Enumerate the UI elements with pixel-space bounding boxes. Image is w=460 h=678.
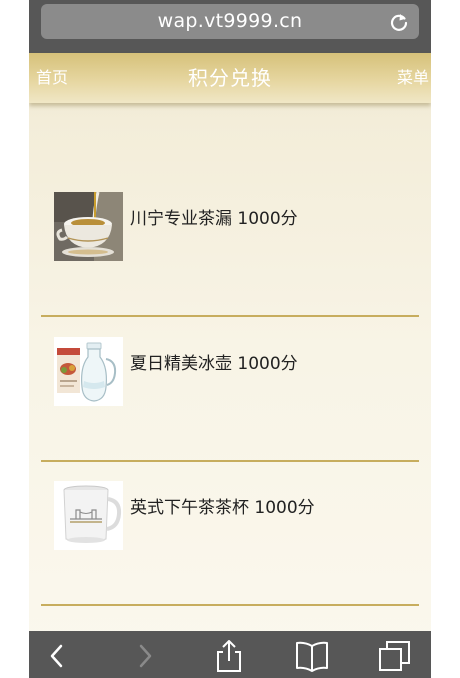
tabs-icon[interactable] [378, 640, 412, 672]
browser-toolbar [29, 631, 431, 678]
list-item[interactable]: 英式下午茶茶杯 1000分 [29, 481, 431, 550]
url-field[interactable]: wap.vt9999.cn [41, 4, 419, 39]
page-title: 积分兑换 [188, 66, 272, 90]
page-header: 首页 积分兑换 菜单 [29, 53, 431, 103]
reload-icon[interactable] [389, 12, 409, 32]
share-icon[interactable] [212, 640, 246, 672]
list-item[interactable]: 夏日精美冰壶 1000分 [29, 337, 431, 406]
product-name[interactable]: 英式下午茶茶杯 1000分 [130, 493, 316, 518]
list-divider [41, 460, 419, 462]
tea-strainer-image [54, 192, 123, 261]
forward-icon[interactable] [127, 640, 161, 672]
browser-url-bar: wap.vt9999.cn [29, 0, 431, 53]
list-divider [41, 604, 419, 606]
menu-link[interactable]: 菜单 [397, 53, 429, 103]
url-text: wap.vt9999.cn [157, 10, 303, 32]
bookmarks-icon[interactable] [295, 640, 329, 672]
list-divider [41, 315, 419, 317]
tea-mug-image [54, 481, 123, 550]
list-item[interactable]: 川宁专业茶漏 1000分 [29, 192, 431, 261]
product-name[interactable]: 夏日精美冰壶 1000分 [130, 349, 316, 374]
back-icon[interactable] [41, 640, 75, 672]
product-name[interactable]: 川宁专业茶漏 1000分 [130, 204, 316, 229]
page-frame: wap.vt9999.cn 首页 积分兑换 菜单 川宁专业茶漏 1000分 夏日… [29, 0, 431, 678]
water-jug-image [54, 337, 123, 406]
